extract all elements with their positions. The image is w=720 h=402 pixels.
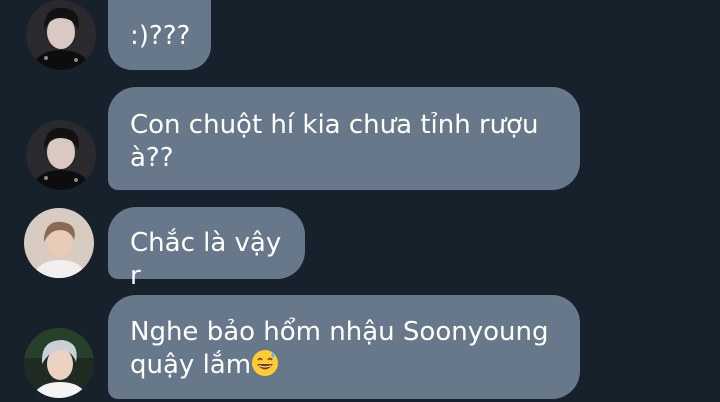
avatar-user-1-image [26,120,96,190]
message-line: Nghe bảo hổm nhậu Soonyoung [130,317,549,347]
message-line: Con chuột hí kia chưa tỉnh rượu [130,110,539,140]
message-bubble[interactable]: Chắc là vậy r [108,207,305,291]
avatar-user-2-image [24,208,94,278]
avatar[interactable] [26,120,96,190]
message-line: à?? [130,143,174,173]
avatar[interactable] [26,0,96,70]
message-bubble[interactable]: Con chuột hí kia chưa tỉnh rượu à?? [108,87,580,190]
avatar[interactable] [24,328,94,398]
message-line: quậy lắm [130,349,558,382]
avatar-user-3-image [24,328,94,398]
grinning-sweat-emoji-icon [252,350,279,376]
message-text: :)??? [130,21,191,51]
message-text: Chắc là vậy r [130,228,282,291]
message-bubble[interactable]: Nghe bảo hổm nhậu Soonyoung quậy lắm [108,295,580,399]
message-bubble[interactable]: :)??? [108,0,211,70]
message-line-text: quậy lắm [130,350,252,380]
avatar[interactable] [24,208,94,278]
avatar-user-1-image [26,0,96,70]
